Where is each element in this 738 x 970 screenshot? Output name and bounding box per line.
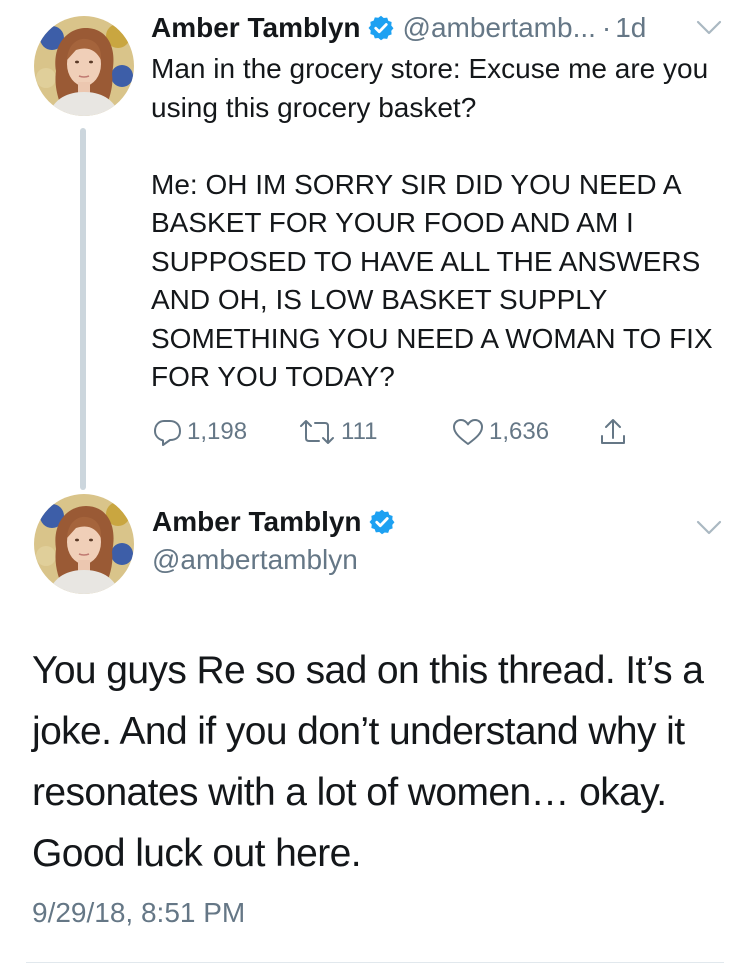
- tweet-thread: Amber Tamblyn @ambertamb... · 1d Man in …: [0, 0, 738, 970]
- avatar[interactable]: [34, 494, 134, 594]
- tweet-timestamp[interactable]: 9/29/18, 8:51 PM: [32, 897, 245, 929]
- retweet-icon: [300, 420, 334, 444]
- like-count: 1,636: [489, 418, 550, 445]
- divider: [26, 962, 724, 963]
- author-handle[interactable]: @ambertamblyn: [152, 544, 358, 576]
- avatar[interactable]: [34, 16, 134, 116]
- retweet-button[interactable]: 111: [297, 412, 377, 452]
- reply-bubble-icon: [154, 420, 181, 446]
- avatar-image: [34, 494, 134, 594]
- tweet-text: Man in the grocery store: Excuse me are …: [151, 53, 713, 392]
- heart-icon: [453, 419, 483, 445]
- tweet-header: Amber Tamblyn @ambertamb... · 1d: [151, 8, 646, 48]
- author-handle[interactable]: @ambertamb...: [403, 12, 596, 44]
- tweet-text: You guys Re so sad on this thread. It’s …: [32, 649, 704, 875]
- chevron-down-icon[interactable]: [696, 520, 722, 536]
- verified-badge-icon: [368, 15, 394, 41]
- verified-badge-icon: [369, 509, 395, 535]
- reply-count: 1,198: [187, 418, 248, 445]
- share-button[interactable]: [597, 412, 633, 452]
- tweet-age[interactable]: 1d: [615, 12, 646, 44]
- author-name[interactable]: Amber Tamblyn: [152, 506, 362, 538]
- chevron-down-icon[interactable]: [696, 20, 722, 36]
- separator-dot: ·: [601, 12, 612, 43]
- share-icon: [601, 419, 625, 444]
- tweet-action-bar: 1,198 111 1,636: [151, 412, 671, 452]
- thread-connector-line: [80, 128, 86, 490]
- author-name[interactable]: Amber Tamblyn: [151, 12, 361, 44]
- reply-button[interactable]: 1,198: [151, 412, 247, 452]
- like-button[interactable]: 1,636: [451, 412, 549, 452]
- retweet-count: 111: [341, 418, 378, 445]
- avatar-image: [34, 16, 134, 116]
- tweet-header: Amber Tamblyn: [152, 506, 396, 538]
